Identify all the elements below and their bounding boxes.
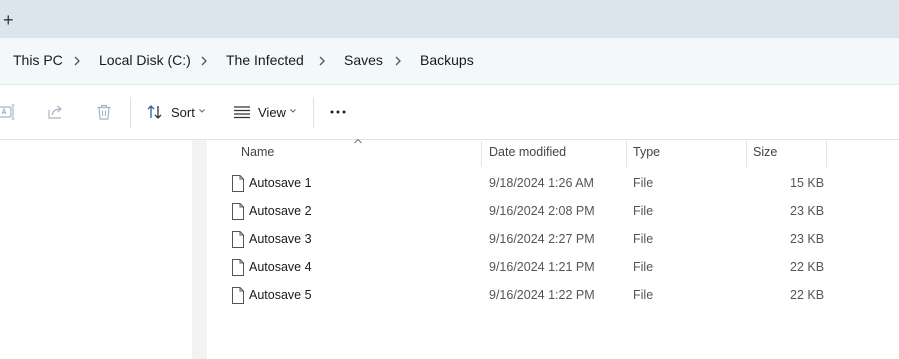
file-size: 23 KB bbox=[790, 204, 825, 218]
view-button[interactable]: View bbox=[258, 105, 286, 120]
file-date: 9/16/2024 2:08 PM bbox=[489, 204, 595, 218]
file-size: 15 KB bbox=[790, 176, 825, 190]
file-date: 9/16/2024 2:27 PM bbox=[489, 232, 595, 246]
column-divider[interactable] bbox=[626, 141, 627, 167]
chevron-right-icon[interactable] bbox=[199, 53, 209, 69]
file-icon bbox=[232, 175, 244, 192]
file-name: Autosave 1 bbox=[249, 176, 312, 190]
file-row[interactable]: Autosave 5 9/16/2024 1:22 PM File 22 KB bbox=[222, 282, 832, 310]
file-size: 22 KB bbox=[790, 260, 825, 274]
column-divider[interactable] bbox=[746, 141, 747, 167]
sort-ascending-icon bbox=[354, 138, 362, 144]
breadcrumb-backups[interactable]: Backups bbox=[420, 52, 474, 68]
chevron-right-icon[interactable] bbox=[72, 53, 82, 69]
file-icon bbox=[232, 231, 244, 248]
file-icon bbox=[232, 259, 244, 276]
breadcrumb-the-infected[interactable]: The Infected bbox=[226, 52, 304, 68]
pane-splitter[interactable] bbox=[192, 140, 207, 359]
file-row[interactable]: Autosave 3 9/16/2024 2:27 PM File 23 KB bbox=[222, 226, 832, 254]
file-icon bbox=[232, 203, 244, 220]
share-icon[interactable] bbox=[47, 103, 65, 121]
file-row[interactable]: Autosave 1 9/18/2024 1:26 AM File 15 KB bbox=[222, 170, 832, 198]
command-bar: Sort View bbox=[0, 85, 899, 140]
toolbar-divider bbox=[130, 97, 131, 128]
breadcrumb-saves[interactable]: Saves bbox=[344, 52, 383, 68]
rename-icon[interactable] bbox=[0, 103, 16, 121]
column-divider[interactable] bbox=[481, 141, 482, 167]
file-type: File bbox=[633, 232, 654, 246]
file-date: 9/18/2024 1:26 AM bbox=[489, 176, 594, 190]
chevron-right-icon[interactable] bbox=[317, 53, 327, 69]
column-header-type[interactable]: Type bbox=[633, 145, 660, 159]
sort-icon[interactable] bbox=[146, 103, 164, 121]
file-date: 9/16/2024 1:21 PM bbox=[489, 260, 595, 274]
file-row[interactable]: Autosave 4 9/16/2024 1:21 PM File 22 KB bbox=[222, 254, 832, 282]
file-name: Autosave 4 bbox=[249, 260, 312, 274]
file-name: Autosave 3 bbox=[249, 232, 312, 246]
tab-strip: + bbox=[0, 0, 899, 38]
navigation-pane bbox=[0, 140, 192, 359]
file-size: 23 KB bbox=[790, 232, 825, 246]
file-size: 22 KB bbox=[790, 288, 825, 302]
delete-icon[interactable] bbox=[95, 103, 113, 121]
sort-button[interactable]: Sort bbox=[171, 105, 195, 120]
view-icon[interactable] bbox=[233, 103, 251, 121]
breadcrumb-this-pc[interactable]: This PC bbox=[13, 52, 63, 68]
file-type: File bbox=[633, 288, 654, 302]
column-header-date-modified[interactable]: Date modified bbox=[489, 145, 566, 159]
column-header-size[interactable]: Size bbox=[753, 145, 777, 159]
file-row[interactable]: Autosave 2 9/16/2024 2:08 PM File 23 KB bbox=[222, 198, 832, 226]
file-type: File bbox=[633, 260, 654, 274]
chevron-down-icon[interactable] bbox=[198, 107, 206, 115]
new-tab-button[interactable]: + bbox=[3, 10, 17, 30]
breadcrumb: This PC Local Disk (C:) The Infected Sav… bbox=[0, 38, 899, 85]
file-icon bbox=[232, 287, 244, 304]
more-icon[interactable] bbox=[329, 103, 347, 121]
breadcrumb-local-disk[interactable]: Local Disk (C:) bbox=[99, 52, 191, 68]
toolbar-divider bbox=[313, 97, 314, 128]
column-divider[interactable] bbox=[826, 141, 827, 167]
file-type: File bbox=[633, 204, 654, 218]
chevron-down-icon[interactable] bbox=[289, 107, 297, 115]
chevron-right-icon[interactable] bbox=[393, 53, 403, 69]
file-type: File bbox=[633, 176, 654, 190]
file-name: Autosave 2 bbox=[249, 204, 312, 218]
file-date: 9/16/2024 1:22 PM bbox=[489, 288, 595, 302]
file-name: Autosave 5 bbox=[249, 288, 312, 302]
column-header-name[interactable]: Name bbox=[241, 145, 274, 159]
